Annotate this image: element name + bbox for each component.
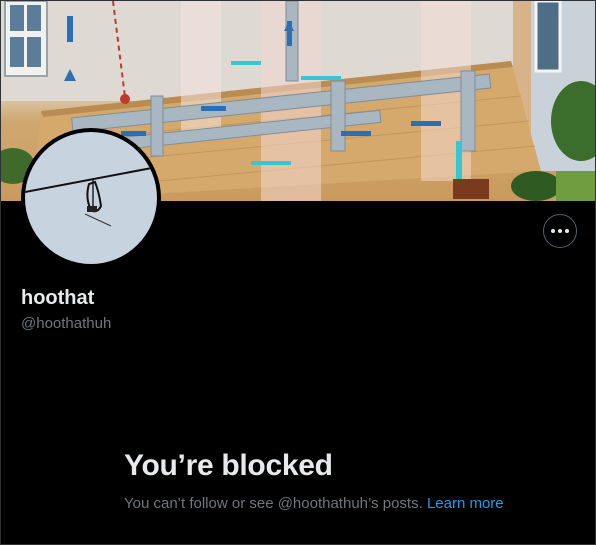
display-name: hoothat	[21, 287, 95, 309]
avatar[interactable]	[21, 128, 161, 268]
more-options-icon	[551, 229, 569, 233]
power-line-photo	[25, 132, 157, 264]
learn-more-link[interactable]: Learn more	[427, 495, 504, 512]
profile-page: hoothat @hoothathuh You’re blocked You c…	[0, 0, 596, 545]
more-options-button[interactable]	[543, 214, 577, 248]
blocked-message-text: You can’t follow or see @hoothathuh’s po…	[124, 495, 423, 512]
blocked-heading: You’re blocked	[124, 449, 333, 482]
blocked-message: You can’t follow or see @hoothathuh’s po…	[124, 494, 504, 514]
username-handle: @hoothathuh	[21, 315, 112, 332]
